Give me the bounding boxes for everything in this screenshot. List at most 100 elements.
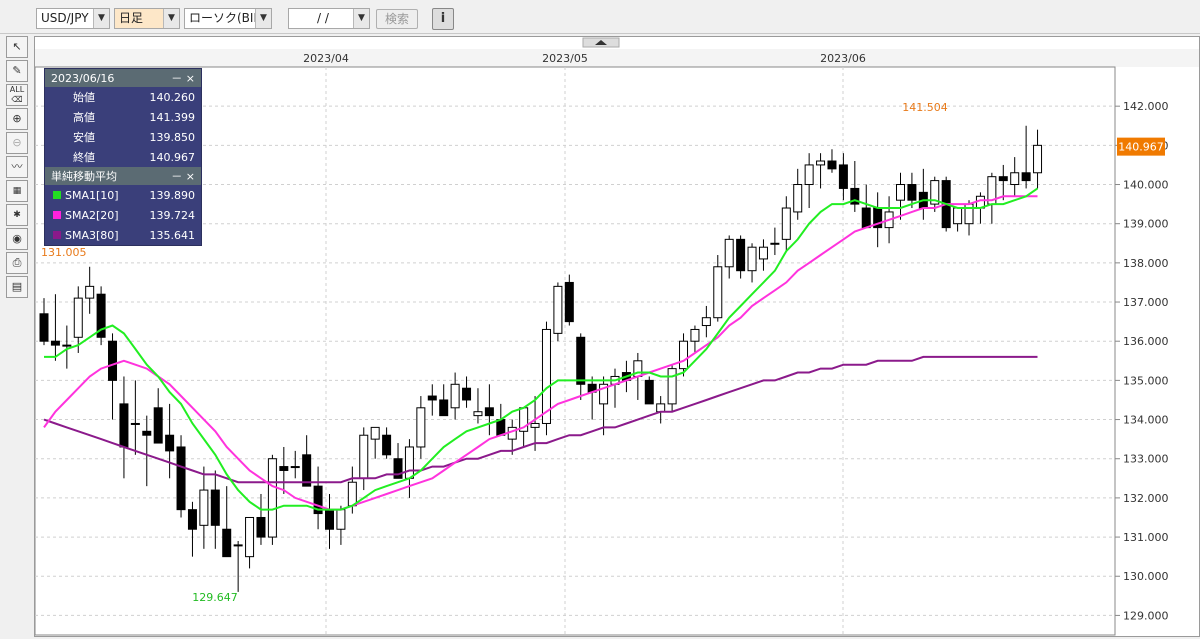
ohlc-row: 高値 141.399 xyxy=(45,107,201,127)
sma-value: 135.641 xyxy=(149,228,196,242)
candle-body xyxy=(1033,144,1043,174)
date-value: / / xyxy=(317,11,329,25)
x-tick-label: 2023/04 xyxy=(303,52,349,65)
sma-header[interactable]: 単純移動平均 － × xyxy=(45,167,201,185)
candle-body xyxy=(644,379,654,405)
y-axis-labels: 142.000141.000140.000139.000138.000137.0… xyxy=(1115,100,1169,622)
candle-body xyxy=(827,160,837,170)
ohlc-date: 2023/06/16 xyxy=(51,71,115,85)
ohlc-label: 安値 xyxy=(73,131,95,144)
candle-body xyxy=(781,207,791,240)
sma-label: SMA1[10] xyxy=(65,188,119,202)
candle-body xyxy=(382,434,392,456)
sma-value: 139.724 xyxy=(149,208,196,222)
info-icon[interactable]: i xyxy=(432,8,454,30)
candle-body xyxy=(245,516,255,558)
ohlc-value: 139.850 xyxy=(149,130,196,144)
candle-body xyxy=(50,340,60,346)
candle-body xyxy=(142,430,152,436)
ohlc-label: 終値 xyxy=(73,151,95,164)
side-toolbar: ↖ ✎ ALL ⌫ ⊕ ⊖ 〰 ▦ ✱ ◉ ⎙ ▤ xyxy=(6,36,30,300)
candle-body xyxy=(473,411,483,417)
candle-body xyxy=(1021,172,1031,182)
toolbar: USD/JPY ▼ 日足 ▼ ローソク(BID) ▼ / / ▼ 検索 i xyxy=(0,0,1200,34)
ohlc-header[interactable]: 2023/06/16 － × xyxy=(45,69,201,87)
zoom-in-icon[interactable]: ⊕ xyxy=(6,108,28,130)
sma-title: 単純移動平均 xyxy=(51,170,117,183)
ohlc-label: 高値 xyxy=(73,111,95,124)
sma-row: SMA3[80] 135.641 xyxy=(45,225,201,245)
period-select[interactable]: 日足 ▼ xyxy=(114,8,180,29)
chart-area[interactable]: 2023/042023/052023/06 142.000141.000140.… xyxy=(34,36,1200,637)
candle-body xyxy=(530,422,540,428)
zoom-out-icon[interactable]: ⊖ xyxy=(6,132,28,154)
candle-body xyxy=(325,509,334,530)
candle-body xyxy=(701,317,711,327)
candle-body xyxy=(484,407,494,417)
date-input[interactable]: / / ▼ xyxy=(288,8,370,29)
chevron-down-icon[interactable]: ▼ xyxy=(255,9,271,28)
candle-body xyxy=(62,344,72,347)
x-tick-label: 2023/05 xyxy=(542,52,588,65)
calendar-dropdown-icon[interactable]: ▼ xyxy=(353,9,369,28)
current-price-label: 140.967 xyxy=(1118,141,1164,154)
candle-body xyxy=(953,207,963,225)
candle-body xyxy=(1010,172,1020,186)
candle-body xyxy=(713,266,723,319)
y-tick-label: 138.000 xyxy=(1123,257,1169,270)
price-type-select[interactable]: ローソク(BID) ▼ xyxy=(184,8,272,29)
pencil-icon[interactable]: ✎ xyxy=(6,60,28,82)
candle-body xyxy=(838,164,848,189)
candle-body xyxy=(210,489,220,526)
ohlc-row: 安値 139.850 xyxy=(45,127,201,147)
indicator-icon[interactable]: 〰 xyxy=(6,156,28,178)
candle-body xyxy=(804,164,814,186)
eraser-all-icon[interactable]: ALL ⌫ xyxy=(6,84,28,106)
candle-body xyxy=(462,387,472,401)
chevron-down-icon[interactable]: ▼ xyxy=(93,9,109,28)
panel-controls[interactable]: － × xyxy=(171,168,195,184)
sma3-swatch xyxy=(53,231,61,239)
sma-row: SMA2[20] 139.724 xyxy=(45,205,201,225)
candle-body xyxy=(199,489,209,526)
candle-body xyxy=(747,246,757,272)
candle-body xyxy=(347,481,357,507)
candle-body xyxy=(85,285,95,299)
y-tick-label: 136.000 xyxy=(1123,335,1169,348)
panel-controls[interactable]: － × xyxy=(171,70,195,86)
y-tick-label: 135.000 xyxy=(1123,374,1169,387)
sma-label: SMA2[20] xyxy=(65,208,119,222)
candle-body xyxy=(404,446,414,479)
candle-body xyxy=(896,184,905,201)
chart-type-icon[interactable]: ▦ xyxy=(6,180,28,202)
print-icon[interactable]: ⎙ xyxy=(6,252,28,274)
symbol-value: USD/JPY xyxy=(41,11,89,25)
candle-body xyxy=(130,422,140,425)
table-icon[interactable]: ▤ xyxy=(6,276,28,298)
candle-body xyxy=(336,509,346,530)
favorites-icon[interactable]: ✱ xyxy=(6,204,28,226)
candle-body xyxy=(724,238,734,268)
sma1-swatch xyxy=(53,191,61,199)
candle-body xyxy=(119,403,129,448)
candle-body xyxy=(667,368,677,405)
candle-body xyxy=(165,434,175,452)
candle-body xyxy=(233,544,243,547)
high-price-label: 141.504 xyxy=(902,101,948,114)
view-icon[interactable]: ◉ xyxy=(6,228,28,250)
x-tick-label: 2023/06 xyxy=(820,52,866,65)
ohlc-value: 140.260 xyxy=(149,90,196,104)
period-value: 日足 xyxy=(119,11,144,25)
search-button[interactable]: 検索 xyxy=(376,9,418,29)
cursor-icon[interactable]: ↖ xyxy=(6,36,28,58)
y-tick-label: 139.000 xyxy=(1123,218,1169,231)
partially-hidden-label: 131.005 xyxy=(41,246,87,259)
candle-body xyxy=(816,160,826,166)
chart-svg[interactable]: 2023/042023/052023/06 142.000141.000140.… xyxy=(34,37,1199,636)
ohlc-row: 始値 140.260 xyxy=(45,87,201,107)
chevron-down-icon[interactable]: ▼ xyxy=(163,9,179,28)
symbol-select[interactable]: USD/JPY ▼ xyxy=(36,8,110,29)
candle-body xyxy=(736,238,746,272)
sma-row: SMA1[10] 139.890 xyxy=(45,185,201,205)
y-tick-label: 131.000 xyxy=(1123,531,1169,544)
